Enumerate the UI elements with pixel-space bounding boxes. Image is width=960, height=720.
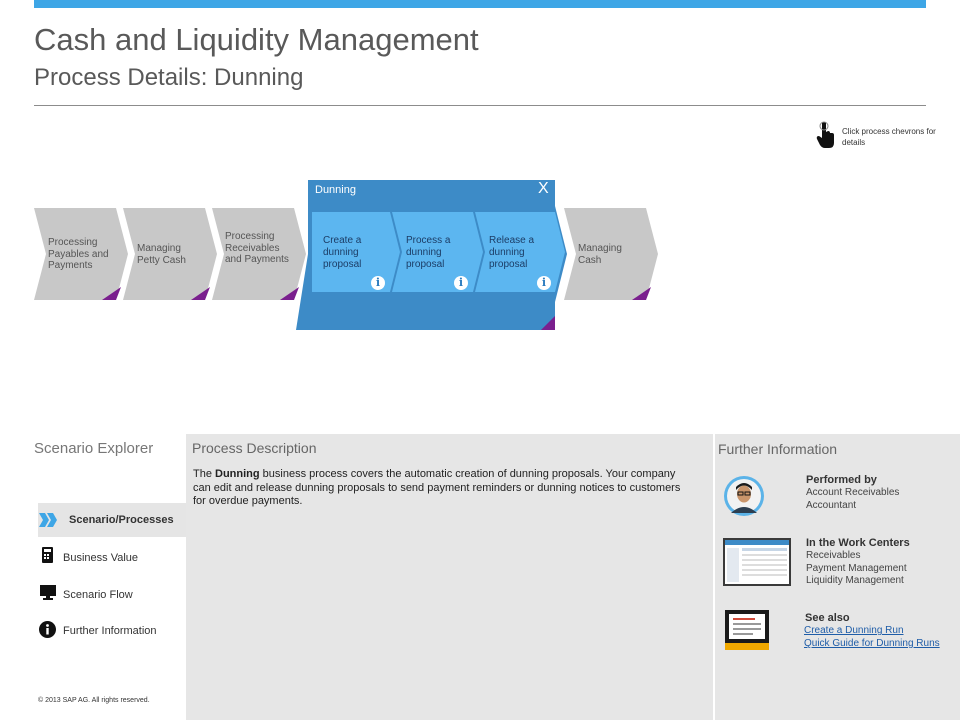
work-center-item: Receivables <box>806 550 861 561</box>
process-description-text: The Dunning business process covers the … <box>193 468 681 508</box>
substep-label: Process a dunning proposal <box>406 235 451 270</box>
document-monitor-icon <box>725 610 769 650</box>
monitor-icon <box>40 585 56 600</box>
menu-item-scenario-processes[interactable]: Scenario/Processes <box>38 503 186 537</box>
person-avatar-icon <box>724 476 764 516</box>
menu-item-business-value[interactable]: Business Value <box>38 543 186 573</box>
process-name-bold: Dunning <box>215 468 260 480</box>
work-center-item: Liquidity Management <box>806 575 904 586</box>
process-flow <box>34 180 658 330</box>
info-icon[interactable]: i <box>454 276 468 290</box>
process-description-title: Process Description <box>192 440 317 456</box>
info-icon[interactable]: i <box>537 276 551 290</box>
substep-label: Create a dunning proposal <box>323 235 362 270</box>
chevron-label: Processing Receivables and Payments <box>225 231 289 265</box>
substep-label: Release a dunning proposal <box>489 235 535 270</box>
info-icon[interactable]: i <box>371 276 385 290</box>
copyright-text: © 2013 SAP AG. All rights reserved. <box>38 697 150 704</box>
scenario-explorer-title: Scenario Explorer <box>34 440 154 457</box>
performed-by-heading: Performed by <box>806 474 877 486</box>
chevron-label: Processing Payables and Payments <box>48 237 109 271</box>
info-icon <box>39 621 56 638</box>
menu-label: Scenario/Processes <box>69 514 174 526</box>
menu-label: Scenario Flow <box>63 589 133 601</box>
work-centers-heading: In the Work Centers <box>806 537 910 549</box>
performed-by-line: Accountant <box>806 500 857 511</box>
double-chevron-icon <box>39 513 57 527</box>
panel-divider <box>713 440 714 708</box>
menu-item-further-information[interactable]: Further Information <box>38 616 186 646</box>
see-also-heading: See also <box>805 612 850 624</box>
performed-by-line: Account Receivables <box>806 487 900 498</box>
link-quick-guide-dunning-runs[interactable]: Quick Guide for Dunning Runs <box>804 638 940 651</box>
menu-label: Business Value <box>63 552 139 564</box>
link-create-dunning-run[interactable]: Create a Dunning Run <box>804 625 904 638</box>
menu-label: Further Information <box>63 625 157 637</box>
dunning-label: Dunning <box>315 184 356 196</box>
screen-thumbnail-icon <box>723 538 791 586</box>
menu-item-scenario-flow[interactable]: Scenario Flow <box>38 580 186 610</box>
chevron-label: Managing Cash <box>578 243 622 266</box>
further-information-title: Further Information <box>718 441 838 457</box>
close-button[interactable]: X <box>538 180 549 198</box>
work-center-item: Payment Management <box>806 563 907 574</box>
chevron-label: Managing Petty Cash <box>137 243 186 266</box>
calculator-icon <box>42 547 53 563</box>
